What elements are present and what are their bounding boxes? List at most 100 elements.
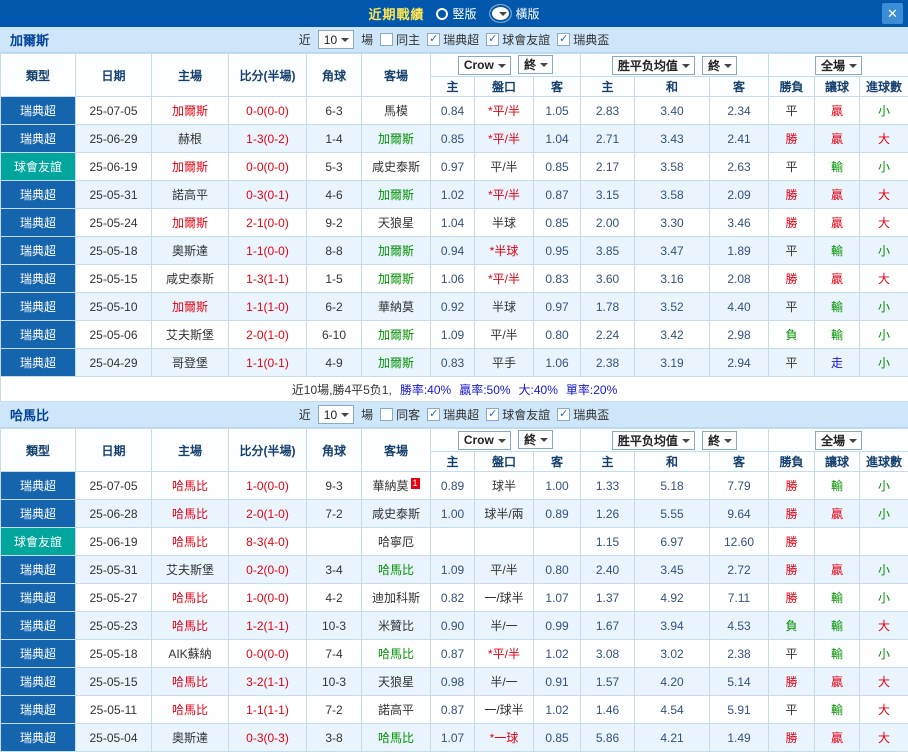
col-odds-home: 主 [431,452,475,472]
checkbox-icon [380,408,393,421]
avg-home-odds-cell: 3.08 [581,640,635,668]
away-odds-cell: 0.91 [534,668,581,696]
match-count-value: 10 [324,408,337,422]
home-team-cell: 哈馬比 [152,696,229,724]
away-team-cell: 加爾斯 [362,321,431,349]
horizontal-layout-radio[interactable]: 橫版 [489,4,540,23]
date-cell: 25-05-15 [76,668,152,696]
avg-away-odds-cell: 2.94 [710,349,769,377]
cup-filter-checkbox[interactable]: 瑞典盃 [557,31,609,48]
checkbox-checked-icon [427,408,440,421]
result-cell: 勝 [769,528,815,556]
result-cell: 平 [769,640,815,668]
avg-away-odds-cell: 2.63 [710,153,769,181]
league-cell: 瑞典超 [1,640,76,668]
date-cell: 25-04-29 [76,349,152,377]
handicap-result-cell: 輸 [815,696,860,724]
away-odds-cell: 0.89 [534,500,581,528]
col-away: 客場 [362,54,431,97]
handicap-result-cell: 贏 [815,97,860,125]
match-count-select[interactable]: 10 [318,405,354,424]
home-team-cell: 哈馬比 [152,612,229,640]
away-odds-cell: 1.04 [534,125,581,153]
avg-home-odds-cell: 1.37 [581,584,635,612]
vertical-layout-radio[interactable]: 竪版 [436,5,476,22]
friendly-filter-checkbox[interactable]: 球會友誼 [486,406,550,423]
handicap-cell: *平/半 [475,125,534,153]
avg-away-odds-cell: 1.49 [710,724,769,752]
away-team-cell: 華納莫1 [362,472,431,500]
goals-cell: 大 [860,209,908,237]
col-handicap-result: 讓球 [815,77,860,97]
goals-cell: 大 [860,696,908,724]
date-cell: 25-06-19 [76,528,152,556]
result-cell: 勝 [769,472,815,500]
score-cell: 0-3(0-3) [229,724,307,752]
goals-cell: 小 [860,97,908,125]
score-cell: 2-1(0-0) [229,209,307,237]
scope-select[interactable]: 全場 [815,56,862,75]
same-venue-checkbox[interactable]: 同客 [380,406,420,423]
league-cell: 瑞典超 [1,500,76,528]
home-odds-cell: 1.04 [431,209,475,237]
avg-final-select[interactable]: 終 [702,431,737,450]
result-cell: 平 [769,153,815,181]
avg-home-odds-cell: 1.33 [581,472,635,500]
avg-draw-odds-cell: 3.58 [635,153,710,181]
avg-final-select[interactable]: 終 [702,56,737,75]
match-row: 瑞典超25-06-29赫根1-3(0-2)1-4加爾斯0.85*平/半1.042… [1,125,908,153]
odds-company-select[interactable]: Crow [458,56,511,75]
col-avg-home: 主 [581,452,635,472]
home-odds-cell: 1.06 [431,265,475,293]
friendly-filter-checkbox[interactable]: 球會友誼 [486,31,550,48]
away-team-cell: 加爾斯 [362,265,431,293]
avg-away-odds-cell: 2.72 [710,556,769,584]
match-count-value: 10 [324,33,337,47]
home-odds-cell: 0.85 [431,125,475,153]
cup-filter-checkbox[interactable]: 瑞典盃 [557,406,609,423]
odds-final-select[interactable]: 終 [518,55,553,74]
away-odds-cell: 1.02 [534,640,581,668]
scope-controls: 全場 [769,429,908,452]
match-count-select[interactable]: 10 [318,30,354,49]
odds-company-value: Crow [464,433,494,447]
avg-type-select[interactable]: 胜平负均值 [612,431,695,450]
home-team-cell: 咸史泰斯 [152,265,229,293]
scope-select[interactable]: 全場 [815,431,862,450]
goals-cell [860,528,908,556]
avg-home-odds-cell: 2.24 [581,321,635,349]
league-filter-checkbox[interactable]: 瑞典超 [427,406,479,423]
matches-label: 場 [361,406,373,423]
handicap-result-cell: 贏 [815,724,860,752]
away-odds-cell: 0.97 [534,293,581,321]
close-button[interactable]: ✕ [882,3,903,24]
col-handicap: 盤口 [475,452,534,472]
avg-draw-odds-cell: 3.42 [635,321,710,349]
date-cell: 25-06-28 [76,500,152,528]
league-filter-checkbox[interactable]: 瑞典超 [427,31,479,48]
avg-home-odds-cell: 3.15 [581,181,635,209]
avg-draw-odds-cell: 4.54 [635,696,710,724]
corner-cell: 1-5 [307,265,362,293]
avg-type-value: 胜平负均值 [618,57,678,74]
avg-final-value: 終 [708,432,720,449]
league-cell: 瑞典超 [1,668,76,696]
same-venue-checkbox[interactable]: 同主 [380,31,420,48]
odds-final-select[interactable]: 終 [518,430,553,449]
matches-table: 類型 日期 主場 比分(半場) 角球 客場 Crow 終 胜平负均值 終 全場 … [0,53,908,402]
league-cell: 瑞典超 [1,696,76,724]
goals-cell: 小 [860,237,908,265]
avg-type-select[interactable]: 胜平负均值 [612,56,695,75]
avg-away-odds-cell: 5.91 [710,696,769,724]
handicap-result-cell: 輸 [815,612,860,640]
date-cell: 25-05-31 [76,181,152,209]
home-odds-cell: 0.89 [431,472,475,500]
score-cell: 1-3(0-2) [229,125,307,153]
score-cell: 1-1(1-1) [229,696,307,724]
home-odds-cell: 0.92 [431,293,475,321]
odds-company-select[interactable]: Crow [458,431,511,450]
filter-label: 球會友誼 [502,406,550,423]
matches-label: 場 [361,31,373,48]
checkbox-checked-icon [427,33,440,46]
avg-draw-odds-cell: 3.47 [635,237,710,265]
